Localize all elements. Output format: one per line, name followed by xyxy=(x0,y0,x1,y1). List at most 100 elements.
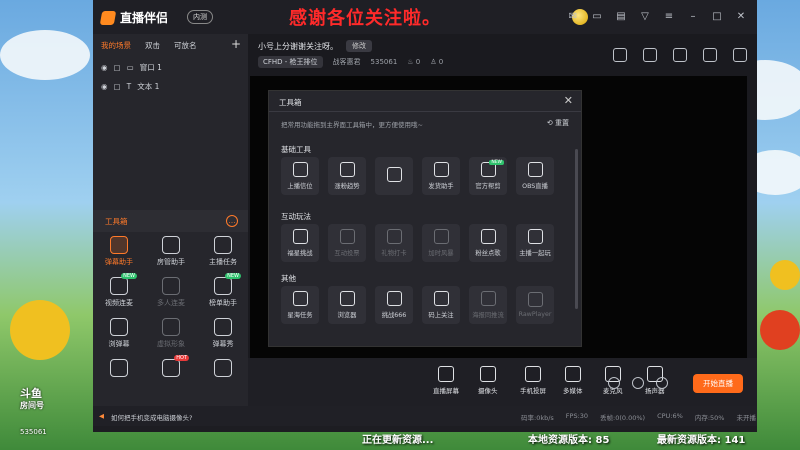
maximize-icon[interactable]: □ xyxy=(711,10,723,22)
toolbox-item[interactable]: 弹幕助手 xyxy=(93,236,145,267)
add-scene-button[interactable]: + xyxy=(231,37,241,51)
tool-label: 官方帮剪 xyxy=(475,183,501,190)
memory-usage: 内存:50% xyxy=(694,414,725,422)
tool-tile[interactable] xyxy=(375,157,413,195)
tool-tile[interactable]: 粉丝点歌 xyxy=(469,224,507,262)
toolbox-item[interactable]: 多人连麦 xyxy=(145,277,197,308)
toolbox-item[interactable]: 主播任务 xyxy=(197,236,249,267)
tool-label: 手机投屏 xyxy=(520,387,546,395)
minimize-icon[interactable]: – xyxy=(687,10,699,22)
tool-tile[interactable]: 加时风暴 xyxy=(422,224,460,262)
tool-icon xyxy=(433,291,449,306)
tool-label: 多人连麦 xyxy=(157,299,185,307)
tool-icon xyxy=(110,236,128,254)
platform-watermark: 斗鱼 房间号 xyxy=(20,388,44,411)
tool-tile[interactable]: 官方帮剪 NEW xyxy=(469,157,507,195)
marquee-text: 感谢各位关注啦。 xyxy=(289,8,441,29)
scene-item[interactable]: ◉ ▢ T 文本 1 xyxy=(101,81,159,92)
tool-badge: NEW xyxy=(225,273,241,279)
share-icon[interactable] xyxy=(733,48,747,62)
reset-button[interactable]: ⟲ 重置 xyxy=(547,118,569,128)
scrollbar[interactable] xyxy=(575,149,578,309)
tool-icon: HOT xyxy=(162,355,189,377)
start-live-button[interactable]: 开始直播 xyxy=(693,374,743,393)
new-badge: NEW xyxy=(489,160,504,165)
tool-label: 多媒体 xyxy=(563,387,583,395)
tool-tile[interactable]: OBS直播 xyxy=(516,157,554,195)
eye-icon[interactable]: ◉ xyxy=(101,82,108,91)
lock-icon[interactable]: ▢ xyxy=(114,82,121,91)
edit-room-button[interactable]: 修改 xyxy=(346,40,372,52)
camera-icon[interactable] xyxy=(608,377,620,389)
tab-my-scenes[interactable]: 我的场景 xyxy=(101,40,131,51)
bottom-tool[interactable]: 直播屏幕 xyxy=(433,366,459,395)
tool-tile[interactable]: 挑战666 xyxy=(375,286,413,324)
cpu-usage: CPU:6% xyxy=(657,412,683,420)
category-tag[interactable]: CFHD - 枪王排位 xyxy=(258,56,323,68)
message-icon[interactable]: ▭ xyxy=(591,10,603,22)
bottom-tool[interactable]: 摄像头 xyxy=(478,366,498,395)
divider xyxy=(269,111,581,112)
tool-tile[interactable]: 礼物打卡 xyxy=(375,224,413,262)
tool-label: 福星挑战 xyxy=(287,250,313,257)
toolbox-item[interactable]: 虚拟形象 xyxy=(145,318,197,349)
tool-icon xyxy=(292,229,308,244)
tool-tile[interactable]: 星海任务 xyxy=(281,286,319,324)
tool-icon xyxy=(162,236,180,254)
tool-tile[interactable]: 发货助手 xyxy=(422,157,460,195)
tool-icon xyxy=(527,162,543,177)
layout-icon[interactable] xyxy=(613,48,627,62)
viewer-count: ♙ 0 xyxy=(430,58,444,66)
version-badge[interactable]: 内测 xyxy=(187,10,213,24)
more-icon[interactable]: … xyxy=(226,215,238,227)
tool-tile[interactable]: 涨粉趋势 xyxy=(328,157,366,195)
filter-icon[interactable]: ▽ xyxy=(639,10,651,22)
record-icon[interactable] xyxy=(673,48,687,62)
tool-label: 房管助手 xyxy=(157,258,185,266)
toolbox-item[interactable] xyxy=(197,359,249,380)
toolbox-item[interactable]: 浏弹幕 xyxy=(93,318,145,349)
toolbox-header: 工具箱 … xyxy=(93,210,248,232)
scene-item[interactable]: ◉ ▢ ▭ 窗口 1 xyxy=(101,62,162,73)
tab-double-click[interactable]: 双击 xyxy=(145,40,160,51)
tool-tile[interactable]: 主播一起玩 xyxy=(516,224,554,262)
mail-icon[interactable]: ✉ xyxy=(567,10,579,22)
bottom-toolbar: 直播屏幕 摄像头 手机投屏 多媒体 麦克风 扬声器 开始直播 xyxy=(248,358,757,406)
close-icon[interactable]: ✕ xyxy=(735,10,747,22)
toolbox-item[interactable]: NEW 视频连麦 xyxy=(93,273,145,308)
tool-tile[interactable]: 浏览器 xyxy=(328,286,366,324)
lock-icon[interactable] xyxy=(643,48,657,62)
eye-icon[interactable]: ◉ xyxy=(101,63,108,72)
tool-tile[interactable]: 互动投票 xyxy=(328,224,366,262)
tool-label: 弹幕秀 xyxy=(212,340,234,348)
help-link[interactable]: 如何把手机变成电脑摄像头? xyxy=(111,412,192,422)
toolbox-item[interactable]: NEW 榜单助手 xyxy=(197,273,249,308)
tool-tile[interactable]: 码上关注 xyxy=(422,286,460,324)
tool-tile[interactable]: 海报同推流 xyxy=(469,286,507,324)
tab-placeable[interactable]: 可放名 xyxy=(174,40,197,51)
bottom-tool[interactable]: 多媒体 xyxy=(563,366,583,395)
preview-canvas[interactable]: 工具箱 ✕ 把常用功能拖到主界面工具箱中，更方便使用哦~ ⟲ 重置 基础工具 上播… xyxy=(250,76,747,358)
tool-tile[interactable]: 上播信位 xyxy=(281,157,319,195)
tool-icon xyxy=(480,291,496,306)
eye-icon[interactable] xyxy=(632,377,644,389)
scene-label: 窗口 1 xyxy=(139,63,162,72)
tool-label: 榜单助手 xyxy=(209,299,237,307)
tool-tile[interactable]: 福星挑战 xyxy=(281,224,319,262)
toolbox-item[interactable]: 弹幕秀 xyxy=(197,318,249,349)
settings-icon[interactable] xyxy=(656,377,668,389)
lock-icon[interactable]: ▢ xyxy=(114,63,121,72)
toolbox-item[interactable]: HOT xyxy=(145,355,197,380)
bottom-tool[interactable]: 手机投屏 xyxy=(520,366,546,395)
bell-icon[interactable] xyxy=(703,48,717,62)
toolbox-item[interactable]: 房管助手 xyxy=(145,236,197,267)
close-icon[interactable]: ✕ xyxy=(564,94,573,107)
gift-box-icon[interactable]: ▤ xyxy=(615,10,627,22)
menu-icon[interactable]: ≡ xyxy=(663,10,675,22)
tool-label: 浏览器 xyxy=(337,312,357,319)
tool-label: 星海任务 xyxy=(287,312,313,319)
tool-label: 发货助手 xyxy=(428,183,454,190)
tool-tile[interactable]: RawPlayer xyxy=(516,286,554,324)
updating-text: 正在更新资源... xyxy=(362,435,434,446)
toolbox-item[interactable] xyxy=(93,359,145,380)
